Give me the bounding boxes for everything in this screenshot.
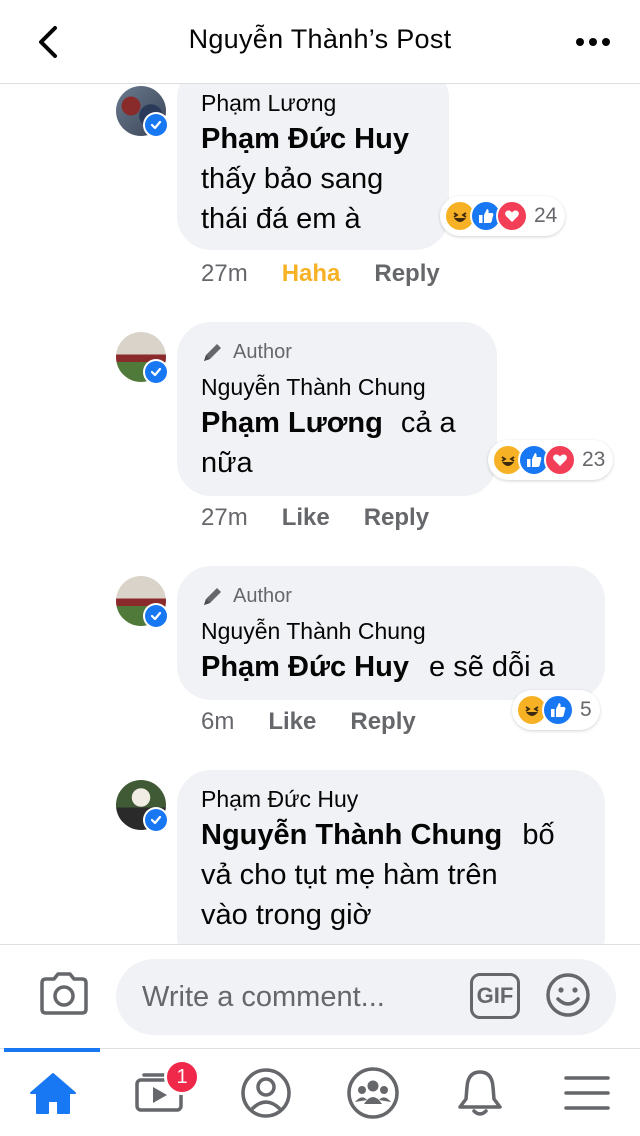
reply-button[interactable]: Reply	[374, 260, 439, 288]
reaction-summary[interactable]: 23	[488, 440, 614, 480]
commenter-name[interactable]: Nguyễn Thành Chung	[201, 374, 473, 401]
reaction-summary[interactable]: 24	[440, 196, 566, 236]
author-label: Author	[233, 340, 292, 363]
comment-bubble[interactable]: Phạm Lương Phạm Đức Huy thấy bảo sang th…	[177, 64, 449, 250]
more-dots-icon	[576, 38, 610, 46]
comment-text-line: vào trong giờ	[201, 899, 372, 931]
home-icon	[30, 1073, 76, 1114]
camera-icon	[40, 972, 88, 1015]
haha-reaction-button[interactable]: Haha	[282, 260, 341, 288]
mention-link[interactable]: Nguyễn Thành Chung	[201, 819, 502, 851]
comment-text-inline: cả a	[400, 407, 456, 439]
comment-actions: 27m Like Reply	[201, 504, 429, 532]
comment-time[interactable]: 6m	[201, 708, 234, 736]
more-options-button[interactable]	[568, 24, 618, 60]
comment-text-line: Phạm Lương cả a	[201, 403, 473, 443]
bell-icon	[458, 1070, 502, 1116]
hamburger-menu-icon	[564, 1076, 610, 1110]
page-title: Nguyễn Thành’s Post	[188, 24, 452, 54]
mention-link[interactable]: Phạm Lương	[201, 407, 383, 439]
comment-time[interactable]: 27m	[201, 260, 248, 288]
groups-icon	[347, 1067, 399, 1119]
verified-badge-icon	[143, 807, 169, 833]
profile-icon	[241, 1068, 291, 1118]
tab-menu[interactable]	[534, 1049, 640, 1136]
comment-input[interactable]	[116, 959, 616, 1035]
commenter-name[interactable]: Phạm Đức Huy	[201, 786, 581, 813]
author-tag: Author	[201, 584, 581, 608]
comment-item: Author Nguyễn Thành Chung Phạm Đức Huy e…	[0, 566, 640, 756]
reply-button[interactable]: Reply	[350, 708, 415, 736]
comment-actions: 6m Like Reply	[201, 708, 416, 736]
author-label: Author	[233, 584, 292, 607]
reaction-count: 5	[580, 698, 592, 721]
camera-button[interactable]	[38, 971, 90, 1019]
like-button[interactable]: Like	[282, 504, 330, 532]
comment-text-line: nữa	[201, 447, 253, 479]
reaction-summary[interactable]: 5	[512, 690, 600, 730]
comment-actions: 27m Haha Reply	[201, 260, 440, 288]
comment-time[interactable]: 27m	[201, 504, 248, 532]
commenter-name[interactable]: Nguyễn Thành Chung	[201, 618, 581, 645]
reply-button[interactable]: Reply	[364, 504, 429, 532]
like-button[interactable]: Like	[268, 708, 316, 736]
commenter-name[interactable]: Phạm Lương	[201, 90, 425, 117]
comment-bubble[interactable]: Author Nguyễn Thành Chung Phạm Đức Huy e…	[177, 566, 605, 700]
comment-composer: GIF	[0, 944, 640, 1048]
smiley-icon	[546, 973, 590, 1017]
author-tag: Author	[201, 340, 473, 364]
comment-text-line: Phạm Đức Huy e sẽ dỗi a	[201, 647, 581, 687]
post-header: Nguyễn Thành’s Post	[0, 0, 640, 84]
tab-profile[interactable]	[213, 1049, 319, 1136]
comment-text-line: thấy bảo sang	[201, 163, 384, 195]
comment-text-line: thái đá em à	[201, 203, 361, 235]
gif-button[interactable]: GIF	[470, 973, 520, 1019]
tab-notifications[interactable]	[427, 1049, 533, 1136]
love-icon	[496, 200, 528, 232]
tab-watch[interactable]: 1	[106, 1049, 212, 1136]
bottom-tab-bar: 1	[0, 1048, 640, 1136]
love-icon	[544, 444, 576, 476]
reaction-count: 24	[534, 204, 558, 227]
pencil-icon	[204, 344, 221, 361]
comment-text-line: Nguyễn Thành Chung bố	[201, 815, 581, 855]
comment-bubble[interactable]: Phạm Đức Huy Nguyễn Thành Chung bố vả ch…	[177, 770, 605, 970]
notification-badge: 1	[164, 1059, 200, 1095]
like-icon	[542, 694, 574, 726]
reaction-count: 23	[582, 448, 606, 471]
comment-text-inline: e sẽ dỗi a	[429, 651, 555, 683]
tab-groups[interactable]	[320, 1049, 426, 1136]
comment-text-line: vả cho tụt mẹ hàm trên	[201, 859, 498, 891]
comment-item: Phạm Đức Huy Nguyễn Thành Chung bố vả ch…	[0, 770, 640, 970]
verified-badge-icon	[143, 112, 169, 138]
verified-badge-icon	[143, 603, 169, 629]
emoji-button[interactable]	[544, 971, 592, 1019]
mention-link[interactable]: Phạm Đức Huy	[201, 119, 425, 159]
comment-item: Phạm Lương Phạm Đức Huy thấy bảo sang th…	[0, 64, 640, 304]
tab-home[interactable]	[0, 1049, 106, 1136]
pencil-icon	[204, 588, 221, 605]
comment-item: Author Nguyễn Thành Chung Phạm Lương cả …	[0, 322, 640, 542]
comment-bubble[interactable]: Author Nguyễn Thành Chung Phạm Lương cả …	[177, 322, 497, 496]
verified-badge-icon	[143, 359, 169, 385]
comment-text-inline: bố	[522, 819, 555, 851]
mention-link[interactable]: Phạm Đức Huy	[201, 651, 409, 683]
